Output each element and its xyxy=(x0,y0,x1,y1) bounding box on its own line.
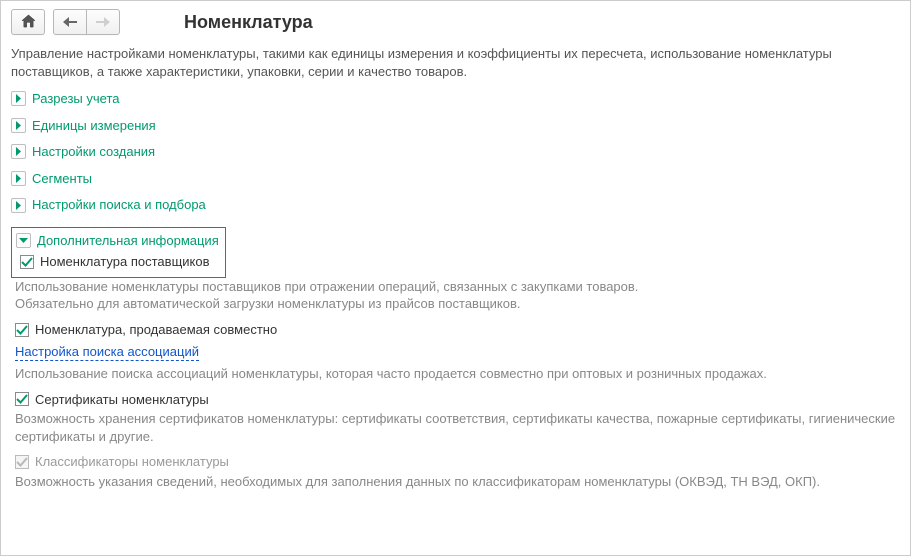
association-search-link[interactable]: Настройка поиска ассоциаций xyxy=(15,343,199,362)
highlight-box: Дополнительная информация Номенклатура п… xyxy=(11,227,226,278)
chevron-right-icon[interactable] xyxy=(11,198,26,213)
back-button[interactable] xyxy=(53,9,87,35)
section-label[interactable]: Дополнительная информация xyxy=(37,232,219,250)
supplier-nomenclature-label: Номенклатура поставщиков xyxy=(40,253,210,271)
section-segments[interactable]: Сегменты xyxy=(11,170,900,188)
classifiers-label: Классификаторы номенклатуры xyxy=(35,453,229,471)
supplier-nomenclature-option: Номенклатура поставщиков xyxy=(20,253,219,271)
section-accounting-dimensions[interactable]: Разрезы учета xyxy=(11,90,900,108)
toolbar: Номенклатура xyxy=(11,9,900,35)
joint-sales-label: Номенклатура, продаваемая совместно xyxy=(35,321,277,339)
arrow-left-icon xyxy=(63,15,77,30)
section-label[interactable]: Единицы измерения xyxy=(32,117,156,135)
section-creation-settings[interactable]: Настройки создания xyxy=(11,143,900,161)
page-description: Управление настройками номенклатуры, так… xyxy=(11,45,900,80)
section-label[interactable]: Сегменты xyxy=(32,170,92,188)
joint-sales-option: Номенклатура, продаваемая совместно xyxy=(15,321,900,339)
association-search-hint: Использование поиска ассоциаций номенкла… xyxy=(15,365,900,383)
classifiers-hint: Возможность указания сведений, необходим… xyxy=(15,473,900,491)
page-title: Номенклатура xyxy=(184,10,313,34)
section-search-settings[interactable]: Настройки поиска и подбора xyxy=(11,196,900,214)
home-button[interactable] xyxy=(11,9,45,35)
nav-button-group xyxy=(53,9,120,35)
classifiers-option: Классификаторы номенклатуры xyxy=(15,453,900,471)
supplier-nomenclature-checkbox[interactable] xyxy=(20,255,34,269)
certificates-label: Сертификаты номенклатуры xyxy=(35,391,209,409)
chevron-down-icon[interactable] xyxy=(16,233,31,248)
section-label[interactable]: Настройки поиска и подбора xyxy=(32,196,206,214)
forward-button[interactable] xyxy=(86,9,120,35)
section-label[interactable]: Настройки создания xyxy=(32,143,155,161)
home-icon xyxy=(21,14,36,31)
chevron-right-icon[interactable] xyxy=(11,118,26,133)
certificates-option: Сертификаты номенклатуры xyxy=(15,391,900,409)
certificates-hint: Возможность хранения сертификатов номенк… xyxy=(15,410,900,445)
chevron-right-icon[interactable] xyxy=(11,171,26,186)
joint-sales-checkbox[interactable] xyxy=(15,323,29,337)
certificates-checkbox[interactable] xyxy=(15,392,29,406)
supplier-nomenclature-hint: Использование номенклатуры поставщиков п… xyxy=(15,278,900,313)
chevron-right-icon[interactable] xyxy=(11,144,26,159)
section-label[interactable]: Разрезы учета xyxy=(32,90,119,108)
arrow-right-icon xyxy=(96,15,110,30)
section-units[interactable]: Единицы измерения xyxy=(11,117,900,135)
classifiers-checkbox xyxy=(15,455,29,469)
chevron-right-icon[interactable] xyxy=(11,91,26,106)
section-additional-info[interactable]: Дополнительная информация xyxy=(16,232,219,250)
